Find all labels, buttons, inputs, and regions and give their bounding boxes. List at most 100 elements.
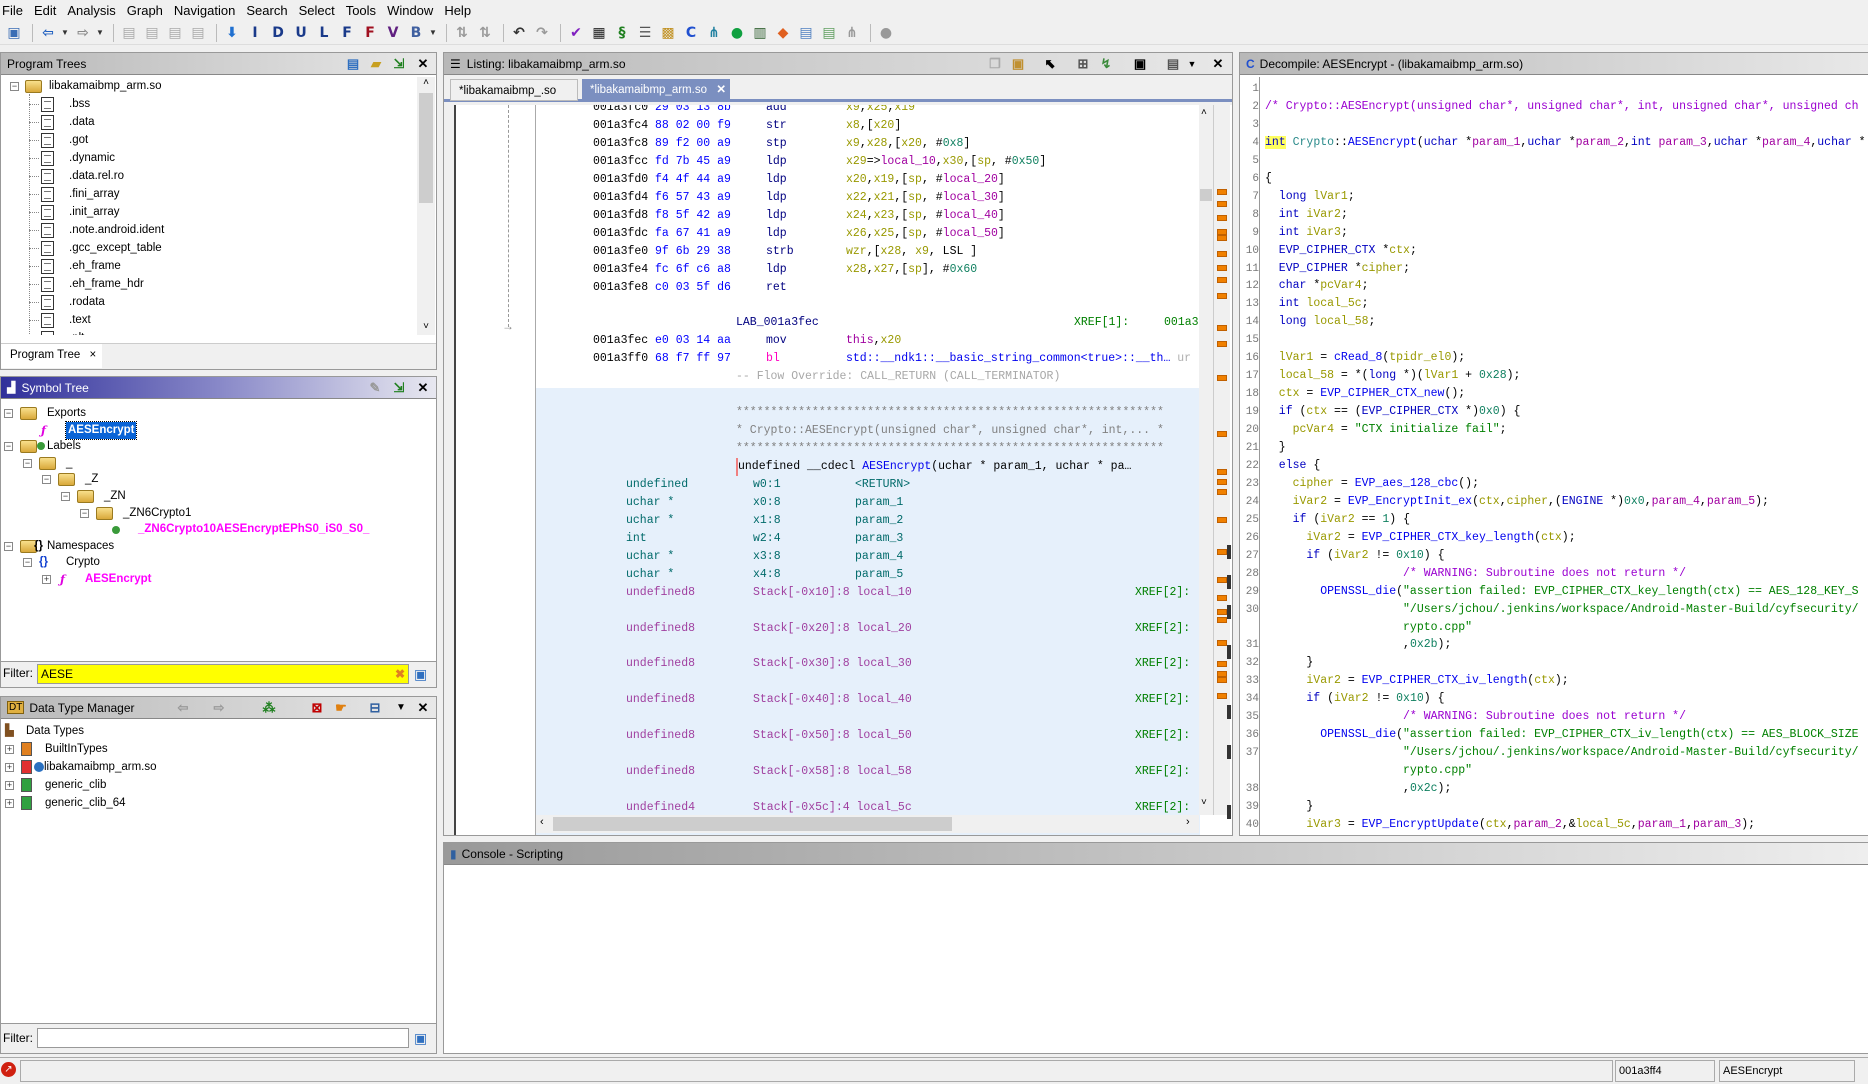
listing-row[interactable] [444,602,1199,620]
menu-file[interactable]: File [2,3,23,18]
listing-row[interactable]: ****************************************… [444,440,1199,458]
symbol-tree-node[interactable]: ƒ AESEncrypt [1,420,431,440]
listing-row[interactable]: 001a3fcc fd 7b 45 a9 ldp x29=>local_10,x30,… [444,153,1199,171]
call-tree-icon[interactable]: ⋔ [842,23,862,43]
prev-selection-icon[interactable]: ⇅ [452,23,472,43]
decompile-line[interactable]: 38 ,0x2c); [1240,780,1868,798]
next-bookmark-B-icon[interactable]: B [406,23,426,43]
decompile-line[interactable]: 36 OPENSSL_die("assertion failed: EVP_CI… [1240,726,1868,744]
symbol-tree-node[interactable]: − _Z [1,471,431,488]
overview-marker[interactable] [1217,469,1227,475]
symbol-tree-node[interactable]: − Labels [1,438,431,455]
listing-row[interactable] [444,673,1199,691]
menu-search[interactable]: Search [246,3,287,18]
next-data-D-icon[interactable]: D [268,23,288,43]
create-tree-icon[interactable]: ⇲ [391,56,407,72]
listing-row[interactable]: 001a3fc4 88 02 00 f9 str x8,[x20] [444,117,1199,135]
symbol-tree-node[interactable]: − _ZN [1,488,431,505]
listing-row[interactable]: LAB_001a3fec XREF[1]: 001a3 [444,314,1199,332]
vertical-scrollbar[interactable]: ˄ ˅ [417,77,435,335]
collapse-all-icon[interactable]: ⊟ [367,700,383,716]
memory-map-icon[interactable]: ▥ [750,23,770,43]
tab-program-tree[interactable]: Program Tree × [1,344,102,368]
scroll-down-icon[interactable]: ˅ [1201,797,1207,808]
snapshot-icon[interactable]: ▣ [1132,56,1148,72]
next-undefined-U-icon[interactable]: U [291,23,311,43]
decompile-line[interactable]: 1 [1240,80,1868,98]
menu-select[interactable]: Select [299,3,335,18]
overview-marker[interactable] [1217,609,1227,615]
overview-marker[interactable] [1217,517,1227,523]
overview-marker[interactable] [1217,677,1227,683]
next-selection-icon[interactable]: ⇅ [475,23,495,43]
symbol-tree-node[interactable]: + ƒ AESEncrypt [1,571,431,588]
dtm-filter-input[interactable] [37,1028,409,1048]
overview-marker[interactable] [1217,549,1227,555]
create-snapshot-icon[interactable]: ⇲ [391,380,407,396]
filter-pointers-icon[interactable]: ⊠ [309,700,325,716]
menu-tools[interactable]: Tools [346,3,376,18]
decompile-line[interactable]: 33 iVar2 = EVP_CIPHER_CTX_iv_length(ctx)… [1240,672,1868,690]
listing-hscrollbar[interactable]: ‹ › [536,815,1199,833]
bytes-view-icon[interactable]: ▦ [589,23,609,43]
nav-prev-data-icon[interactable]: ▤ [165,23,185,43]
menu-window[interactable]: Window [387,3,433,18]
forward-icon[interactable]: ⇨ [211,700,227,716]
listing-view-icon[interactable]: ☰ [635,23,655,43]
decompile-line[interactable]: 34 if (iVar2 != 0x10) { [1240,690,1868,708]
symbol-tree-node[interactable]: _ZN6Crypto10AESEncryptEPhS0_iS0_S0_ [1,521,431,538]
tab-close-icon[interactable]: ✕ [716,79,726,101]
decompile-line[interactable]: 28 /* WARNING: Subroutine does not retur… [1240,565,1868,583]
menu-help[interactable]: Help [444,3,471,18]
nav-prev-function-icon[interactable]: ▤ [119,23,139,43]
console-output[interactable] [444,867,1868,1053]
nav-next-function-icon[interactable]: ▤ [142,23,162,43]
help-icon[interactable]: ● [876,23,896,43]
decompile-line[interactable]: 5 [1240,152,1868,170]
decompile-line[interactable]: 29 OPENSSL_die("assertion failed: EVP_CI… [1240,583,1868,601]
listing-row[interactable]: 001a3fd4 f6 57 43 a9 ldp x22,x21,[sp, #loca… [444,189,1199,207]
menu-dropdown-icon[interactable]: ▼ [393,700,409,716]
filter-arrays-icon[interactable]: ⁂ [261,700,277,716]
listing-row[interactable] [444,781,1199,799]
decompile-line[interactable]: 21 } [1240,439,1868,457]
back-arrow-icon[interactable]: ⇦ [38,23,58,43]
decompile-line[interactable]: 39 } [1240,798,1868,816]
expand-toggle-icon[interactable]: + [5,781,14,790]
decompile-line[interactable]: 7 long lVar1; [1240,188,1868,206]
expand-toggle-icon[interactable]: + [5,799,14,808]
script-manager-icon[interactable]: § [612,23,632,43]
listing-row[interactable] [444,296,1199,314]
listing-row[interactable]: undefined __cdecl AESEncrypt(uchar * par… [444,458,1199,476]
collapse-toggle-icon[interactable]: − [4,409,13,418]
function-graph-icon[interactable]: ⋔ [704,23,724,43]
references-table-icon[interactable]: ▤ [819,23,839,43]
decompile-line[interactable]: 40 iVar3 = EVP_EncryptUpdate(ctx,param_2… [1240,816,1868,834]
decompile-line[interactable]: 26 iVar2 = EVP_CIPHER_CTX_key_length(ctx… [1240,529,1868,547]
overview-marker[interactable] [1217,489,1227,495]
listing-row[interactable]: uchar * x1:8 param_2 [444,512,1199,530]
overview-marker[interactable] [1217,617,1227,623]
decompile-line[interactable]: 11 EVP_CIPHER *cipher; [1240,260,1868,278]
listing-row[interactable]: 001a3fd0 f4 4f 44 a9 ldp x20,x19,[sp, #loca… [444,171,1199,189]
decompile-line[interactable]: 13 int local_5c; [1240,295,1868,313]
decompile-line[interactable]: rypto.cpp" [1240,762,1868,780]
dropdown-arrow-icon[interactable]: ▼ [61,28,69,37]
listing-row[interactable]: -- Flow Override: CALL_RETURN (CALL_TERM… [444,368,1199,386]
symbol-tree-node[interactable]: − _ZN6Crypto1 [1,505,431,522]
listing-row[interactable]: 001a3fe8 c0 03 5f d6 ret [444,279,1199,297]
scrollbar-thumb[interactable] [419,93,433,203]
listing-row[interactable]: uchar * x0:8 param_1 [444,494,1199,512]
data-type-node[interactable]: + BuiltInTypes [1,741,431,758]
overview-marker[interactable] [1217,595,1227,601]
overview-marker[interactable] [1217,640,1227,646]
listing-row[interactable]: 001a3fd8 f8 5f 42 a9 ldp x24,x23,[sp, #loca… [444,207,1199,225]
run-icon[interactable]: ● [727,23,747,43]
dropdown-arrow-icon[interactable]: ▼ [96,28,104,37]
expand-toggle-icon[interactable]: + [42,575,51,584]
analyze-check-icon[interactable]: ✔ [566,23,586,43]
listing-row[interactable]: 001a3fec e0 03 14 aa mov this,x20 [444,332,1199,350]
decompile-line[interactable]: 14 long local_58; [1240,313,1868,331]
expand-toggle-icon[interactable]: + [5,745,14,754]
listing-row[interactable]: 001a3fe0 9f 6b 29 38 strb wzr,[x28, x9, LSL… [444,243,1199,261]
